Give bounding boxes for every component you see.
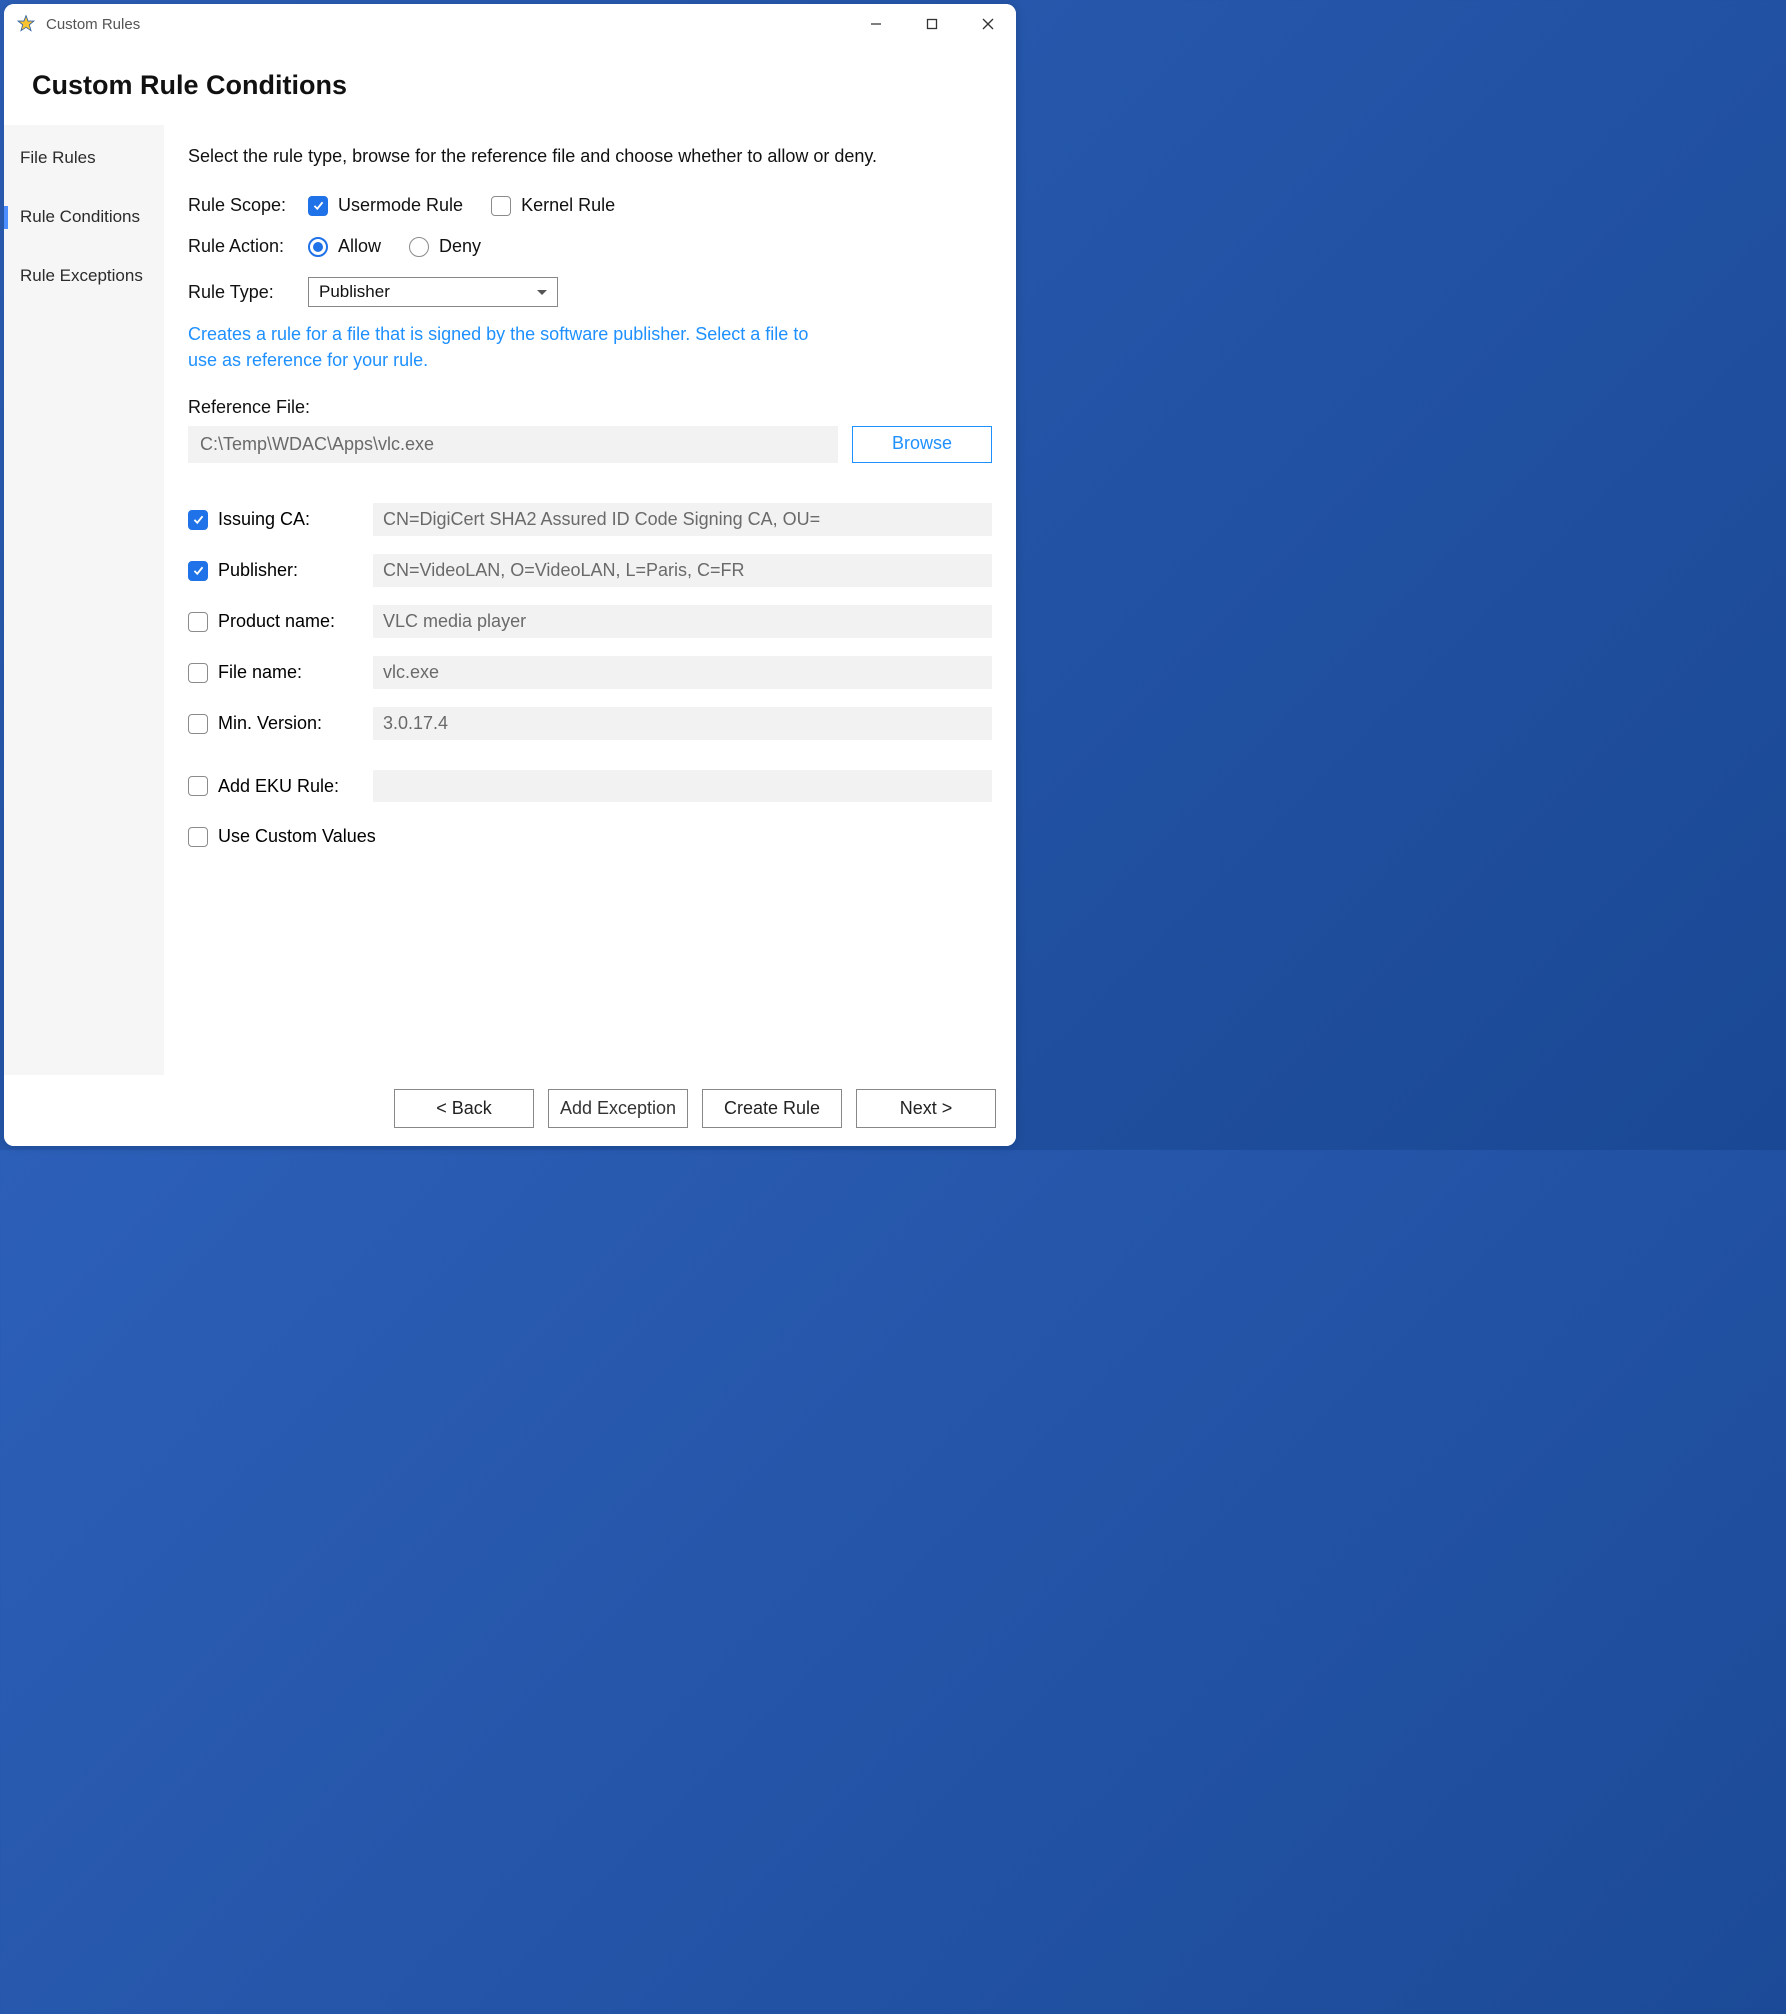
select-value: Publisher <box>319 282 390 302</box>
rule-action-row: Rule Action: Allow Deny <box>188 236 992 257</box>
checkbox-unchecked-icon <box>188 612 208 632</box>
add-eku-checkbox[interactable]: Add EKU Rule: <box>188 776 373 797</box>
body: File Rules Rule Conditions Rule Exceptio… <box>4 125 1016 1075</box>
sidebar-item-rule-conditions[interactable]: Rule Conditions <box>4 188 164 247</box>
create-rule-button[interactable]: Create Rule <box>702 1089 842 1128</box>
issuing-ca-value: CN=DigiCert SHA2 Assured ID Code Signing… <box>373 503 992 536</box>
rule-type-label: Rule Type: <box>188 282 308 303</box>
checkbox-label: Product name: <box>218 611 335 632</box>
footer: < Back Add Exception Create Rule Next > <box>4 1075 1016 1146</box>
issuing-ca-row: Issuing CA: CN=DigiCert SHA2 Assured ID … <box>188 503 992 536</box>
deny-radio[interactable]: Deny <box>409 236 481 257</box>
product-name-value: VLC media player <box>373 605 992 638</box>
checkbox-checked-icon <box>188 561 208 581</box>
browse-button[interactable]: Browse <box>852 426 992 463</box>
file-name-value: vlc.exe <box>373 656 992 689</box>
rule-scope-row: Rule Scope: Usermode Rule Kernel Rule <box>188 195 992 216</box>
rule-type-hint: Creates a rule for a file that is signed… <box>188 321 828 373</box>
add-eku-value[interactable] <box>373 770 992 802</box>
description-text: Select the rule type, browse for the ref… <box>188 143 908 169</box>
checkbox-unchecked-icon <box>188 663 208 683</box>
app-icon <box>16 14 36 34</box>
content: Select the rule type, browse for the ref… <box>164 125 1016 1075</box>
checkbox-unchecked-icon <box>188 827 208 847</box>
file-name-checkbox[interactable]: File name: <box>188 662 373 683</box>
checkbox-checked-icon <box>308 196 328 216</box>
checkbox-label: Publisher: <box>218 560 298 581</box>
radio-selected-icon <box>308 237 328 257</box>
allow-radio[interactable]: Allow <box>308 236 381 257</box>
min-version-row: Min. Version: 3.0.17.4 <box>188 707 992 740</box>
add-eku-row: Add EKU Rule: <box>188 770 992 802</box>
use-custom-values-checkbox[interactable]: Use Custom Values <box>188 826 992 847</box>
checkbox-label: Min. Version: <box>218 713 322 734</box>
publisher-value: CN=VideoLAN, O=VideoLAN, L=Paris, C=FR <box>373 554 992 587</box>
checkbox-label: Usermode Rule <box>338 195 463 216</box>
checkbox-checked-icon <box>188 510 208 530</box>
next-button[interactable]: Next > <box>856 1089 996 1128</box>
publisher-checkbox[interactable]: Publisher: <box>188 560 373 581</box>
checkbox-unchecked-icon <box>491 196 511 216</box>
checkbox-label: Issuing CA: <box>218 509 310 530</box>
rule-type-row: Rule Type: Publisher <box>188 277 992 307</box>
sidebar-item-file-rules[interactable]: File Rules <box>4 129 164 188</box>
radio-unselected-icon <box>409 237 429 257</box>
minimize-button[interactable] <box>848 4 904 44</box>
sidebar: File Rules Rule Conditions Rule Exceptio… <box>4 125 164 1075</box>
close-button[interactable] <box>960 4 1016 44</box>
rule-type-select[interactable]: Publisher <box>308 277 558 307</box>
issuing-ca-checkbox[interactable]: Issuing CA: <box>188 509 373 530</box>
checkbox-unchecked-icon <box>188 714 208 734</box>
usermode-rule-checkbox[interactable]: Usermode Rule <box>308 195 463 216</box>
window-title: Custom Rules <box>46 16 140 33</box>
radio-label: Allow <box>338 236 381 257</box>
checkbox-label: Use Custom Values <box>218 826 376 847</box>
rule-scope-label: Rule Scope: <box>188 195 308 216</box>
kernel-rule-checkbox[interactable]: Kernel Rule <box>491 195 615 216</box>
rule-action-label: Rule Action: <box>188 236 308 257</box>
titlebar: Custom Rules <box>4 4 1016 44</box>
sidebar-item-label: Rule Exceptions <box>20 266 143 285</box>
checkbox-unchecked-icon <box>188 776 208 796</box>
checkbox-label: Kernel Rule <box>521 195 615 216</box>
min-version-checkbox[interactable]: Min. Version: <box>188 713 373 734</box>
window: Custom Rules Custom Rule Conditions File… <box>4 4 1016 1146</box>
reference-file-path[interactable]: C:\Temp\WDAC\Apps\vlc.exe <box>188 426 838 463</box>
sidebar-item-label: File Rules <box>20 148 96 167</box>
product-name-row: Product name: VLC media player <box>188 605 992 638</box>
back-button[interactable]: < Back <box>394 1089 534 1128</box>
checkbox-label: File name: <box>218 662 302 683</box>
reference-file-label: Reference File: <box>188 397 992 418</box>
reference-file-row: C:\Temp\WDAC\Apps\vlc.exe Browse <box>188 426 992 463</box>
sidebar-item-rule-exceptions[interactable]: Rule Exceptions <box>4 247 164 306</box>
radio-label: Deny <box>439 236 481 257</box>
sidebar-item-label: Rule Conditions <box>20 207 140 226</box>
checkbox-label: Add EKU Rule: <box>218 776 339 797</box>
min-version-value: 3.0.17.4 <box>373 707 992 740</box>
add-exception-button[interactable]: Add Exception <box>548 1089 688 1128</box>
maximize-button[interactable] <box>904 4 960 44</box>
product-name-checkbox[interactable]: Product name: <box>188 611 373 632</box>
publisher-row: Publisher: CN=VideoLAN, O=VideoLAN, L=Pa… <box>188 554 992 587</box>
page-title: Custom Rule Conditions <box>4 44 1016 125</box>
file-name-row: File name: vlc.exe <box>188 656 992 689</box>
